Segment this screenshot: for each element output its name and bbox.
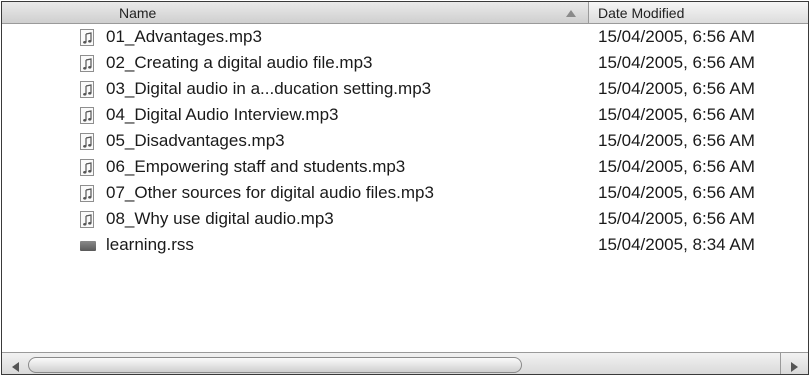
file-date-modified: 15/04/2005, 6:56 AM	[598, 53, 755, 72]
scroll-right-arrow-icon[interactable]	[791, 362, 798, 372]
name-column-header[interactable]: Name	[2, 2, 589, 23]
column-header-bar: Name Date Modified	[2, 2, 808, 24]
file-row[interactable]: 07_Other sources for digital audio files…	[2, 180, 808, 206]
music-file-icon	[80, 107, 94, 124]
file-date-modified: 15/04/2005, 6:56 AM	[598, 105, 755, 124]
sort-ascending-icon[interactable]	[566, 10, 576, 17]
file-name: 02_Creating a digital audio file.mp3	[106, 53, 373, 72]
date-modified-column-label: Date Modified	[598, 5, 685, 21]
finder-list-view: Name Date Modified 01_Advantages.mp3 15/…	[1, 1, 809, 375]
file-row[interactable]: 04_Digital Audio Interview.mp3 15/04/200…	[2, 102, 808, 128]
music-file-icon	[80, 185, 94, 202]
file-list: 01_Advantages.mp3 15/04/2005, 6:56 AM 02…	[2, 24, 808, 258]
music-file-icon	[80, 55, 94, 72]
file-name: 01_Advantages.mp3	[106, 27, 262, 46]
music-file-icon	[80, 29, 94, 46]
rss-file-icon	[80, 241, 96, 251]
file-date-modified: 15/04/2005, 6:56 AM	[598, 183, 755, 202]
file-name: 07_Other sources for digital audio files…	[106, 183, 434, 202]
music-file-icon	[80, 211, 94, 228]
file-name: 08_Why use digital audio.mp3	[106, 209, 334, 228]
file-name: 04_Digital Audio Interview.mp3	[106, 105, 339, 124]
file-row[interactable]: 05_Disadvantages.mp3 15/04/2005, 6:56 AM	[2, 128, 808, 154]
music-file-icon	[80, 133, 94, 150]
scroll-thumb[interactable]	[28, 357, 522, 373]
file-name: 06_Empowering staff and students.mp3	[106, 157, 406, 176]
file-date-modified: 15/04/2005, 6:56 AM	[598, 157, 755, 176]
music-file-icon	[80, 81, 94, 98]
scroll-right-button[interactable]	[780, 353, 808, 374]
file-date-modified: 15/04/2005, 8:34 AM	[598, 235, 755, 254]
file-name: learning.rss	[106, 235, 194, 254]
file-name: 05_Disadvantages.mp3	[106, 131, 285, 150]
name-column-label: Name	[119, 5, 157, 21]
file-row[interactable]: learning.rss 15/04/2005, 8:34 AM	[2, 232, 808, 258]
file-row[interactable]: 08_Why use digital audio.mp3 15/04/2005,…	[2, 206, 808, 232]
date-modified-column-header[interactable]: Date Modified	[590, 2, 808, 23]
file-date-modified: 15/04/2005, 6:56 AM	[598, 27, 755, 46]
file-date-modified: 15/04/2005, 6:56 AM	[598, 79, 755, 98]
file-date-modified: 15/04/2005, 6:56 AM	[598, 209, 755, 228]
file-row[interactable]: 02_Creating a digital audio file.mp3 15/…	[2, 50, 808, 76]
file-row[interactable]: 03_Digital audio in a...ducation setting…	[2, 76, 808, 102]
file-row[interactable]: 01_Advantages.mp3 15/04/2005, 6:56 AM	[2, 24, 808, 50]
horizontal-scrollbar[interactable]	[2, 352, 808, 374]
file-row[interactable]: 06_Empowering staff and students.mp3 15/…	[2, 154, 808, 180]
music-file-icon	[80, 159, 94, 176]
file-name: 03_Digital audio in a...ducation setting…	[106, 79, 432, 98]
scroll-left-arrow-icon[interactable]	[12, 362, 19, 372]
file-date-modified: 15/04/2005, 6:56 AM	[598, 131, 755, 150]
